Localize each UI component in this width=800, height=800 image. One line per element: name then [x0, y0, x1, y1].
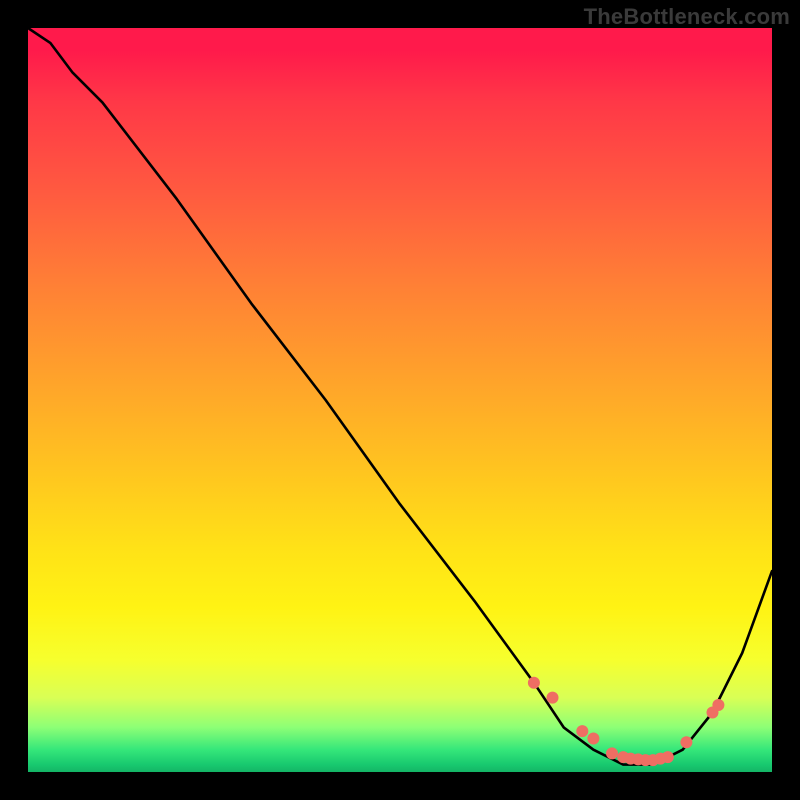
marker-group: [528, 677, 725, 766]
bottleneck-curve-path: [28, 28, 772, 765]
curve-marker: [547, 692, 559, 704]
plot-area: [28, 28, 772, 772]
chart-frame: TheBottleneck.com: [0, 0, 800, 800]
curve-marker: [576, 725, 588, 737]
attribution-text: TheBottleneck.com: [584, 4, 790, 30]
curve-svg: [28, 28, 772, 772]
curve-marker: [712, 699, 724, 711]
curve-marker: [680, 736, 692, 748]
curve-marker: [528, 677, 540, 689]
curve-marker: [606, 747, 618, 759]
curve-marker: [662, 751, 674, 763]
curve-marker: [587, 733, 599, 745]
